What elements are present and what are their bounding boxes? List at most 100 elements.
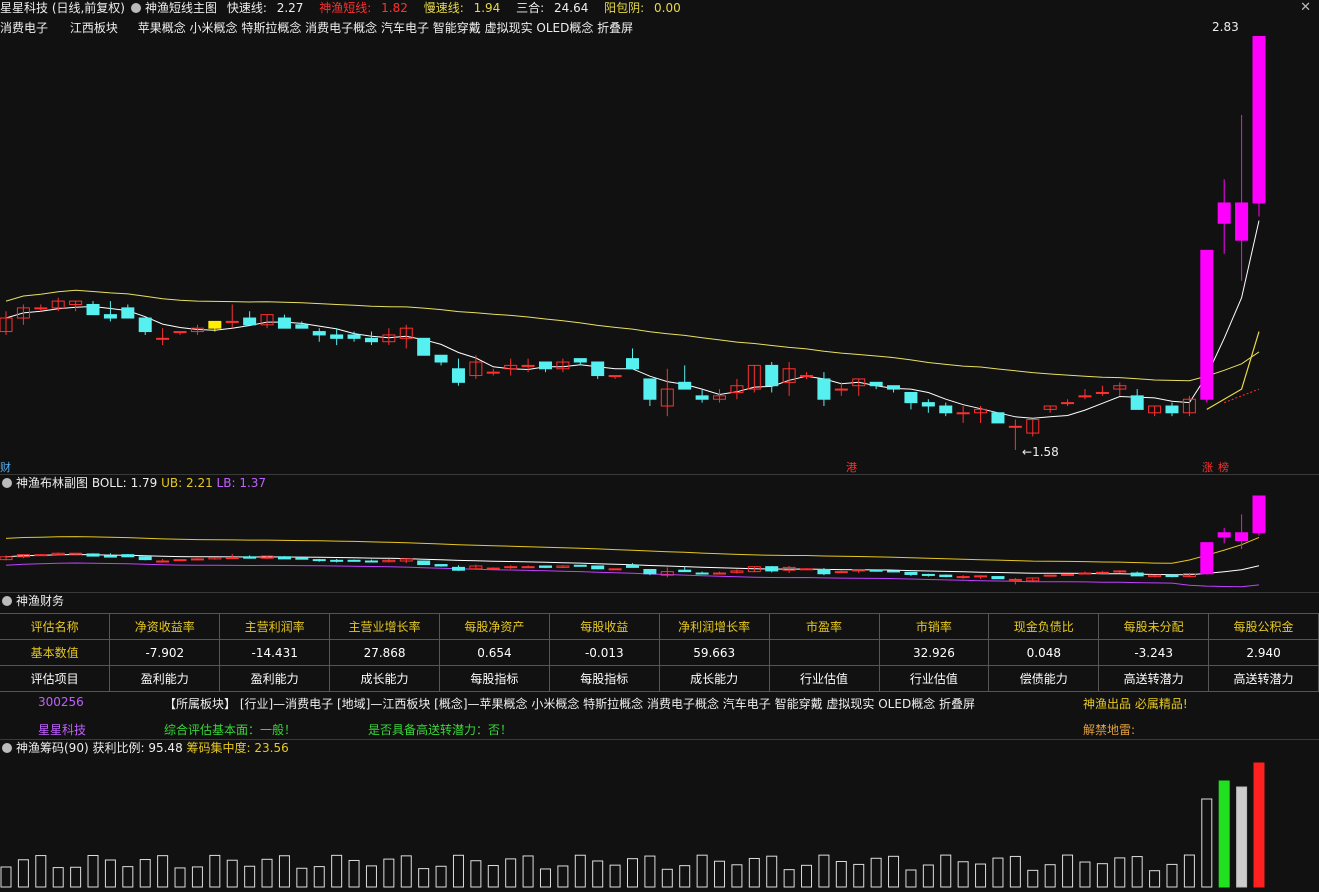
boll-candle-body (904, 571, 918, 575)
candle-body (695, 395, 709, 400)
finance-marker[interactable]: 财 (0, 459, 11, 475)
indicator-dropdown-icon[interactable] (131, 3, 141, 13)
chip-bar (748, 857, 760, 888)
lb-value: LB: 1.37 (216, 476, 267, 490)
finance-category-cell: 成长能力 (329, 665, 440, 692)
finance-header-cell: 主营利润率 (219, 613, 331, 640)
chip-bar (244, 865, 256, 888)
close-icon[interactable]: ✕ (1300, 0, 1311, 15)
boll-candle-body (678, 569, 692, 573)
fast-ma-line (5, 220, 1260, 419)
chip-title[interactable]: 神渔筹码(90) (16, 741, 89, 755)
boll-candle-body (173, 559, 187, 562)
finance-category-row: 评估项目 盈利能力 盈利能力 成长能力 每股指标 每股指标 成长能力 行业估值 行业估值 偿债能力… (0, 665, 1319, 692)
boll-sub-chart[interactable] (0, 492, 1319, 592)
candle-body (434, 354, 448, 363)
chip-concentration: 筹码集中度: 23.56 (186, 741, 289, 755)
fast-line-label: 快速线: 2.27 (226, 1, 304, 15)
finance-category-cell: 评估项目 (0, 665, 111, 692)
boll-candle-body (1235, 532, 1249, 542)
boll-title[interactable]: 神渔布林副图 (16, 476, 88, 490)
sanhe-line (1206, 331, 1260, 410)
finance-category-cell: 行业估值 (769, 665, 880, 692)
candle-body (1200, 249, 1214, 400)
boll-candle-body (225, 556, 239, 559)
boll-candle-body (364, 560, 378, 563)
finance-value-cell: 2.940 (1208, 639, 1319, 666)
candle-body (608, 375, 622, 378)
boll-candle-body (1078, 572, 1092, 575)
finance-panel-header: 神渔财务 (0, 592, 64, 610)
chip-bar (418, 868, 430, 888)
chip-bar (17, 859, 29, 888)
ranking-marker[interactable]: 榜 (1218, 459, 1229, 475)
main-candlestick-chart[interactable] (0, 36, 1319, 476)
boll-candle-body (347, 559, 361, 562)
chip-bar (452, 854, 464, 888)
boll-candle-body (103, 555, 117, 558)
boll-candle-body (486, 567, 500, 570)
short-line-label: 神渔短线: 1.82 (319, 1, 408, 15)
boll-candle-body (765, 566, 779, 572)
chip-panel-header: 神渔筹码(90) 获利比例: 95.48 筹码集中度: 23.56 (0, 739, 289, 757)
chip-bar (957, 861, 969, 888)
boll-candle-body (1165, 574, 1179, 578)
finance-header-cell: 评估名称 (0, 613, 111, 640)
boll-candle-body (521, 566, 535, 569)
boll-candle-body (974, 575, 988, 578)
chip-bar (644, 855, 656, 888)
candle-body (1252, 36, 1266, 204)
candle-body (1078, 395, 1092, 398)
candle-body (225, 320, 239, 323)
chip-bar (487, 865, 499, 888)
candle-body (121, 307, 135, 319)
chip-bar (70, 866, 82, 888)
boll-candle-body (312, 559, 326, 562)
candle-body (312, 331, 326, 336)
boll-candle-body (869, 569, 883, 572)
boll-candle-body (1217, 532, 1231, 538)
chip-bar (1166, 863, 1178, 888)
stock-code: 300256 (38, 695, 84, 709)
boll-candle-body (608, 568, 622, 571)
boll-candle-body (921, 573, 935, 576)
hk-marker[interactable]: 港 (846, 459, 857, 475)
boll-candle-body (1252, 495, 1266, 534)
boll-candle-body (451, 566, 465, 571)
panel-dropdown-icon[interactable] (2, 478, 12, 488)
indicator-name[interactable]: 神渔短线主图 (145, 1, 217, 15)
chip-bar (609, 864, 621, 888)
chip-bar (226, 859, 238, 888)
candle-body (573, 358, 587, 363)
finance-category-cell: 每股指标 (549, 665, 660, 692)
boll-candle-body (434, 564, 448, 567)
panel-dropdown-icon[interactable] (2, 743, 12, 753)
candle-body (887, 385, 901, 390)
boll-candle-body (538, 565, 552, 568)
chip-bar (1236, 786, 1248, 888)
finance-header-cell: 净资收益率 (109, 613, 221, 640)
finance-value-cell: -7.902 (109, 639, 221, 666)
chip-bar (104, 859, 116, 888)
finance-value-cell: -3.243 (1098, 639, 1210, 666)
candle-body (486, 371, 500, 374)
boll-candle-body (295, 557, 309, 560)
boll-candle-body (573, 564, 587, 567)
boll-candle-body (1008, 578, 1022, 581)
candle-body (1061, 402, 1075, 405)
chip-bar (696, 854, 708, 888)
finance-category-cell: 盈利能力 (109, 665, 221, 692)
boll-candle-body (1043, 574, 1057, 577)
chip-bar (435, 865, 447, 888)
boll-candle-body (417, 560, 431, 566)
boll-candle-body (713, 572, 727, 575)
candle-body (347, 334, 361, 339)
finance-title[interactable]: 神渔财务 (16, 594, 64, 608)
finance-header-cell: 主营业增长率 (329, 613, 440, 640)
panel-dropdown-icon[interactable] (2, 596, 12, 606)
candle-body (1217, 202, 1231, 224)
chip-bar (365, 865, 377, 888)
limit-up-marker[interactable]: 涨 (1202, 459, 1213, 475)
chip-bar (191, 866, 203, 888)
ub-value: UB: 2.21 (161, 476, 213, 490)
